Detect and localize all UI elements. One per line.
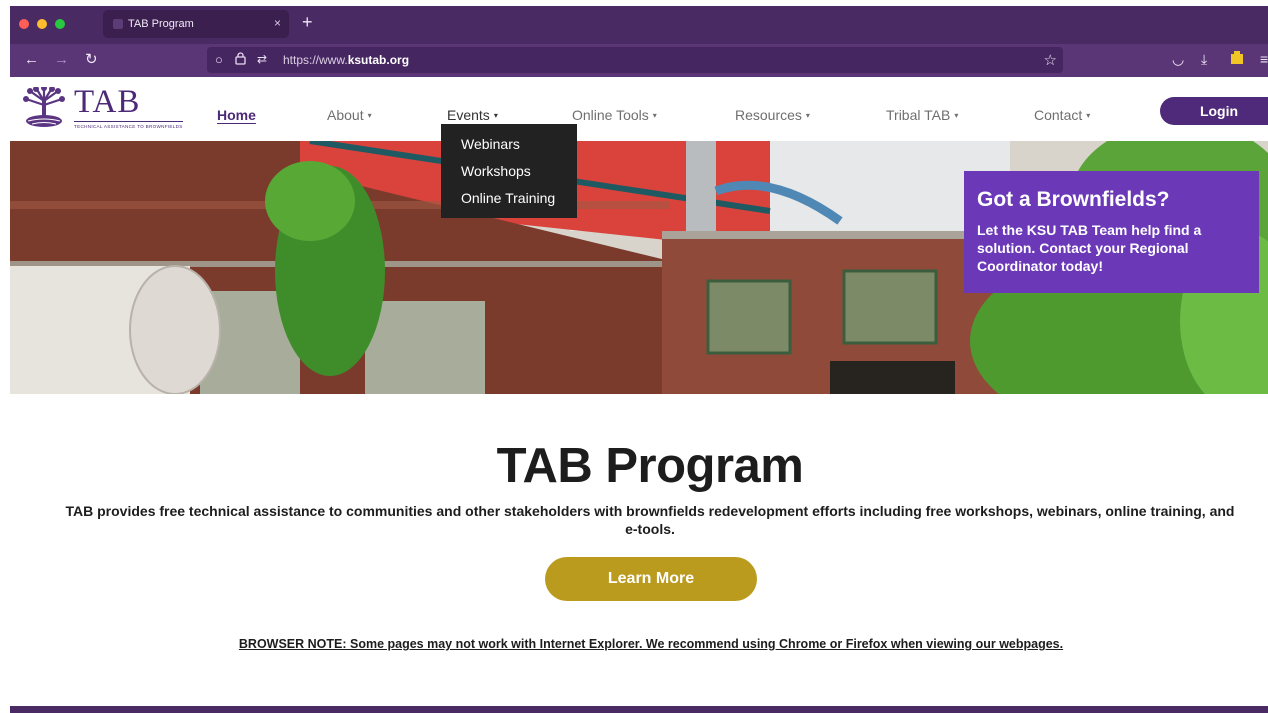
nav-events[interactable]: Events ▾: [447, 107, 498, 123]
learn-more-button[interactable]: Learn More: [545, 557, 757, 601]
logo-tagline: TECHNICAL ASSISTANCE TO BROWNFIELDS: [74, 121, 183, 129]
browser-note-link[interactable]: BROWSER NOTE: Some pages may not work wi…: [0, 637, 1268, 651]
nav-about[interactable]: About ▾: [327, 107, 372, 123]
shield-icon[interactable]: ○: [215, 52, 223, 67]
maximize-window-icon[interactable]: [55, 19, 65, 29]
menu-item-webinars[interactable]: Webinars: [461, 136, 520, 152]
new-tab-icon[interactable]: +: [302, 12, 313, 32]
close-window-icon[interactable]: [19, 19, 29, 29]
forward-arrow-icon[interactable]: →: [54, 52, 69, 68]
nav-resources[interactable]: Resources ▾: [735, 107, 810, 123]
hero-banner: Got a Brownfields? Let the KSU TAB Team …: [10, 141, 1268, 394]
browser-tab-bar: TAB Program × +: [10, 6, 1268, 44]
bookmark-star-icon[interactable]: ☆: [1044, 51, 1057, 69]
nav-tribal-tab[interactable]: Tribal TAB ▾: [886, 107, 958, 123]
chevron-down-icon: ▾: [652, 111, 657, 120]
chevron-down-icon: ▾: [493, 111, 498, 120]
chevron-down-icon: ▾: [1086, 111, 1091, 120]
extension-icon[interactable]: [1230, 51, 1244, 68]
site-header: TAB TECHNICAL ASSISTANCE TO BROWNFIELDS …: [10, 77, 1268, 141]
tab-favicon-icon: [113, 19, 123, 29]
page-title: TAB Program: [496, 439, 804, 493]
tab-title: TAB Program: [128, 18, 194, 30]
chevron-down-icon: ▾: [805, 111, 810, 120]
browser-tab[interactable]: TAB Program ×: [103, 10, 289, 38]
reload-icon[interactable]: ↻: [85, 52, 98, 68]
intro-text: TAB provides free technical assistance t…: [65, 503, 1235, 537]
menu-item-online-training[interactable]: Online Training: [461, 190, 555, 206]
chevron-down-icon: ▾: [367, 111, 372, 120]
back-arrow-icon[interactable]: ←: [24, 52, 39, 68]
download-icon[interactable]: ⤓: [1201, 51, 1207, 68]
permissions-icon[interactable]: ⇄: [257, 52, 267, 66]
address-bar[interactable]: ○ ⇄ https://www.ksutab.org ☆: [207, 47, 1063, 73]
login-button[interactable]: Login: [1160, 97, 1268, 125]
nav-home[interactable]: Home: [217, 107, 256, 123]
pocket-icon[interactable]: ◡: [1172, 51, 1184, 68]
nav-contact[interactable]: Contact ▾: [1034, 107, 1090, 123]
tree-logo-icon: [23, 87, 65, 127]
brownfields-callout: Got a Brownfields? Let the KSU TAB Team …: [964, 171, 1259, 293]
logo-wordmark: TAB: [74, 84, 141, 120]
menu-item-workshops[interactable]: Workshops: [461, 163, 531, 179]
callout-text: Let the KSU TAB Team help find a solutio…: [977, 222, 1202, 274]
browser-toolbar: ← → ↻ ○ ⇄ https://www.ksutab.org ☆ ◡ ⤓ ≡: [10, 44, 1268, 77]
nav-online-tools[interactable]: Online Tools ▾: [572, 107, 657, 123]
tab-close-icon[interactable]: ×: [274, 16, 281, 30]
url-text: https://www.ksutab.org: [283, 53, 410, 67]
tab-logo[interactable]: TAB TECHNICAL ASSISTANCE TO BROWNFIELDS: [22, 85, 212, 133]
events-dropdown-menu: Webinars Workshops Online Training: [441, 124, 577, 218]
minimize-window-icon[interactable]: [37, 19, 47, 29]
lock-icon[interactable]: [235, 52, 246, 68]
footer-bar: [10, 706, 1268, 713]
callout-title: Got a Brownfields?: [977, 188, 1170, 211]
chevron-down-icon: ▾: [954, 111, 959, 120]
menu-icon[interactable]: ≡: [1260, 51, 1268, 67]
